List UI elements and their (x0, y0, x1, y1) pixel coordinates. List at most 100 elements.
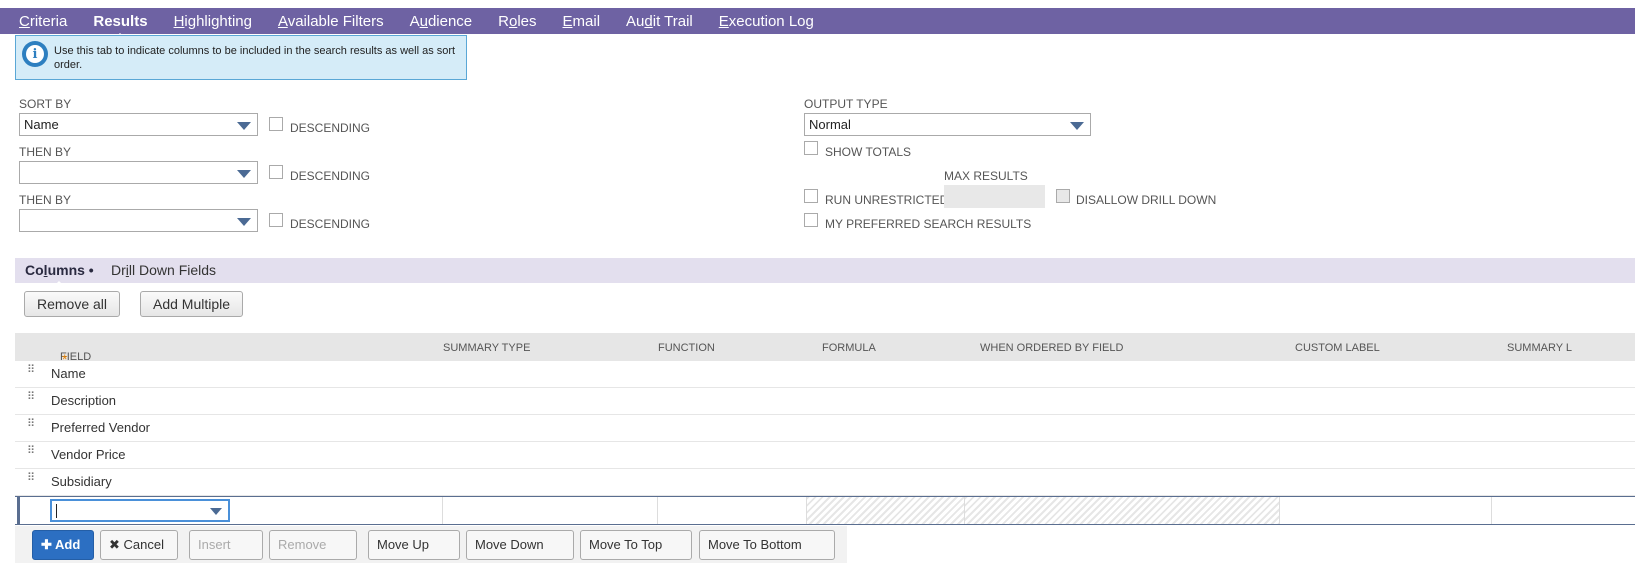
tab-label-post: it Trail (652, 12, 693, 30)
table-row[interactable]: ⠿ Description (15, 388, 1635, 415)
max-results-input (944, 185, 1045, 208)
insert-button: Insert (189, 530, 263, 560)
run-unrestricted-checkbox[interactable] (804, 189, 818, 203)
grid-header: FIELD * SUMMARY TYPE FUNCTION FORMULA WHE… (15, 333, 1635, 367)
move-up-button[interactable]: Move Up (368, 530, 460, 560)
edit-cell-custom-label[interactable] (1280, 497, 1492, 524)
header-formula: FORMULA (822, 342, 876, 354)
edit-cell-when-ordered (965, 497, 1280, 524)
drag-handle-icon[interactable]: ⠿ (27, 392, 35, 407)
table-row[interactable]: ⠿ Name (15, 361, 1635, 388)
tab-highlighting[interactable]: Highlighting (174, 13, 252, 30)
add-multiple-button[interactable]: Add Multiple (140, 291, 244, 317)
remove-all-button[interactable]: Remove all (24, 291, 121, 317)
move-to-bottom-button[interactable]: Move To Bottom (699, 530, 835, 560)
show-totals-label: SHOW TOTALS (825, 145, 912, 159)
then-by-label-1: THEN BY (19, 145, 72, 159)
chevron-down-icon (210, 508, 222, 515)
drag-handle-icon[interactable]: ⠿ (27, 365, 35, 380)
add-button[interactable]: ✚ Add (32, 530, 94, 560)
my-preferred-label: MY PREFERRED SEARCH RESULTS (825, 217, 1032, 231)
tab-audience[interactable]: Audience (410, 13, 473, 30)
header-summary-type: SUMMARY TYPE (443, 342, 531, 354)
tab-accesskey: H (173, 12, 185, 30)
descending-label: DESCENDING (290, 169, 371, 183)
tab-criteria[interactable]: Criteria (19, 13, 67, 30)
then-by-2-descending-checkbox[interactable] (269, 213, 283, 227)
table-row[interactable]: ⠿ Preferred Vendor (15, 415, 1635, 442)
main-tab-bar: Criteria Results Highlighting Available … (0, 8, 1635, 39)
info-banner: i Use this tab to indicate columns to be… (15, 35, 467, 80)
disallow-drill-down-label: DISALLOW DRILL DOWN (1076, 193, 1217, 207)
tab-label-pre: Au (626, 12, 645, 30)
tab-accesskey: d (644, 12, 653, 30)
then-by-select-2[interactable] (19, 209, 258, 232)
header-when-ordered: WHEN ORDERED BY FIELD (980, 342, 1124, 354)
output-type-select[interactable]: Normal (804, 113, 1091, 136)
subtab-columns[interactable]: Columns • (25, 262, 94, 287)
show-totals-checkbox[interactable] (804, 141, 818, 155)
chevron-down-icon (237, 122, 251, 130)
tab-label-post: les (517, 12, 537, 30)
edit-row (15, 496, 1635, 525)
tab-accesskey: A (277, 12, 288, 30)
drag-handle-icon[interactable]: ⠿ (27, 473, 35, 488)
output-type-label: OUTPUT TYPE (804, 97, 888, 111)
tab-label-post: xecution Log (728, 12, 814, 30)
my-preferred-checkbox[interactable] (804, 213, 818, 227)
tab-label-post: vailable Filters (287, 12, 384, 30)
table-row[interactable]: ⠿ Vendor Price (15, 442, 1635, 469)
tab-label-pre: R (498, 12, 509, 30)
tab-label-post: ighlighting (184, 12, 252, 30)
edit-cell-summary-label[interactable] (1492, 497, 1635, 524)
then-by-1-descending-checkbox[interactable] (269, 165, 283, 179)
row-action-bar: ✚ Add ✖ Cancel Insert Remove Move Up Mov… (15, 526, 847, 563)
descending-label: DESCENDING (290, 217, 371, 231)
table-row[interactable]: ⠿ Subsidiary (15, 469, 1635, 496)
tab-execution-log[interactable]: Execution Log (719, 13, 814, 30)
subtab-drill-down-fields[interactable]: Drill Down Fields (111, 262, 216, 278)
subtab-label-pre: Dr (111, 262, 126, 278)
header-function: FUNCTION (658, 342, 715, 354)
sort-by-descending-checkbox[interactable] (269, 117, 283, 131)
tab-label-pre: A (409, 12, 420, 30)
then-by-label-2: THEN BY (19, 193, 72, 207)
sort-by-value: Name (24, 117, 59, 132)
field-select[interactable] (50, 499, 230, 522)
top-strip (0, 0, 1635, 8)
subtab-label-post: umns • (47, 262, 94, 278)
subtab-label-pre: Co (25, 262, 44, 278)
row-field: Name (51, 366, 86, 381)
chevron-down-icon (237, 170, 251, 178)
max-results-label: MAX RESULTS (944, 169, 1028, 183)
info-icon: i (22, 41, 48, 67)
tab-available-filters[interactable]: Available Filters (278, 13, 384, 30)
move-to-top-button[interactable]: Move To Top (580, 530, 692, 560)
tab-roles[interactable]: Roles (498, 13, 536, 30)
move-down-button[interactable]: Move Down (466, 530, 574, 560)
sort-by-select[interactable]: Name (19, 113, 258, 136)
tab-audit-trail[interactable]: Audit Trail (626, 13, 693, 30)
remove-button: Remove (269, 530, 357, 560)
cancel-button[interactable]: ✖ Cancel (100, 530, 178, 560)
text-caret (56, 504, 57, 518)
edit-cell-function[interactable] (658, 497, 807, 524)
chevron-down-icon (237, 218, 251, 226)
row-field: Description (51, 393, 117, 408)
descending-label: DESCENDING (290, 121, 371, 135)
tab-accesskey: E (718, 12, 729, 30)
disallow-drill-down-checkbox (1056, 189, 1070, 203)
tab-label-post: esults (104, 12, 148, 30)
header-custom-label: CUSTOM LABEL (1295, 342, 1380, 354)
drag-handle-icon[interactable]: ⠿ (27, 419, 35, 434)
then-by-select-1[interactable] (19, 161, 258, 184)
edit-cell-summary-type[interactable] (443, 497, 658, 524)
subtab-label-post: ll Down Fields (128, 262, 217, 278)
drag-handle-icon[interactable]: ⠿ (27, 446, 35, 461)
row-field: Subsidiary (51, 474, 112, 489)
tab-results[interactable]: Results (93, 12, 148, 39)
tab-accesskey: E (562, 12, 573, 30)
tab-email[interactable]: Email (563, 13, 601, 30)
sort-by-label: SORT BY (19, 97, 72, 111)
header-summary-label: SUMMARY L (1507, 342, 1573, 354)
